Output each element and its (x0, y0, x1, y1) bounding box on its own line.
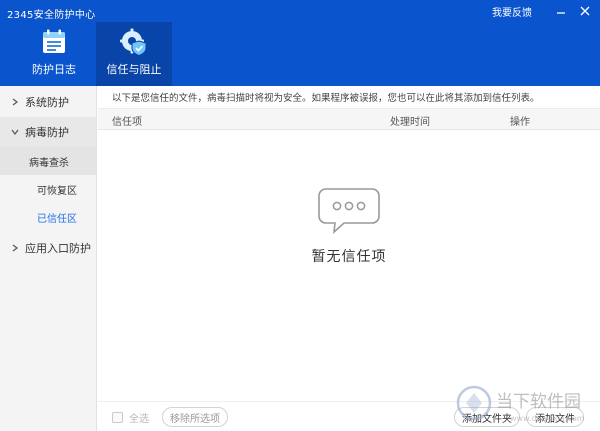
sidebar-item-label: 系统防护 (25, 96, 69, 109)
add-file-button[interactable]: 添加文件 (526, 407, 584, 427)
footer-bar: 全选 移除所选项 添加文件夹 添加文件 (98, 401, 600, 431)
sidebar: 系统防护 病毒防护 病毒查杀 可恢复区 已信任区 应用入口防护 (0, 86, 97, 431)
sidebar-item-system-protection[interactable]: 系统防护 (0, 87, 96, 117)
tab-label: 防护日志 (32, 63, 76, 76)
chat-bubble-icon (318, 188, 380, 235)
sidebar-subitem-virus-scan[interactable]: 病毒查杀 (0, 147, 96, 175)
empty-message: 暂无信任项 (311, 249, 387, 265)
info-text: 以下是您信任的文件，病毒扫描时将视为安全。如果程序被误报，您也可以在此将其添加到… (98, 86, 600, 109)
select-all-checkbox[interactable]: 全选 (112, 410, 149, 425)
empty-state: 暂无信任项 (98, 186, 600, 266)
tab-protection-log[interactable]: 防护日志 (7, 22, 101, 86)
remove-selected-button[interactable]: 移除所选项 (162, 407, 228, 427)
sidebar-subitem-recovery-zone[interactable]: 可恢复区 (0, 175, 96, 203)
chevron-right-icon (10, 243, 20, 253)
chevron-down-icon (10, 127, 20, 137)
tab-label: 信任与阻止 (106, 63, 162, 76)
add-folder-button[interactable]: 添加文件夹 (454, 407, 520, 427)
column-header-operation: 操作 (510, 117, 530, 128)
title-bar: 2345安全防护中心 我要反馈 防护日志 信任与阻止 (0, 0, 600, 86)
window-controls: 我要反馈 (492, 0, 600, 22)
close-button[interactable] (576, 2, 594, 20)
close-icon (580, 6, 590, 16)
column-header-time[interactable]: 处理时间 (390, 113, 430, 128)
sidebar-subitem-label: 可恢复区 (37, 185, 77, 197)
select-all-label: 全选 (129, 414, 149, 425)
table-header: 信任项 处理时间 操作 (98, 109, 600, 130)
sidebar-subitem-label: 已信任区 (37, 213, 77, 225)
checkbox-box (112, 412, 123, 423)
minimize-icon (557, 12, 565, 14)
log-icon (43, 29, 65, 53)
column-header-trust-item[interactable]: 信任项 (112, 113, 142, 128)
sidebar-subitem-label: 病毒查杀 (29, 157, 69, 169)
trust-shield-gear-icon (120, 28, 147, 56)
app-title: 2345安全防护中心 (7, 10, 96, 21)
sidebar-subitem-trusted-zone[interactable]: 已信任区 (0, 203, 96, 231)
main-panel: 以下是您信任的文件，病毒扫描时将视为安全。如果程序被误报，您也可以在此将其添加到… (98, 86, 600, 431)
sidebar-item-virus-protection[interactable]: 病毒防护 (0, 117, 96, 147)
feedback-link[interactable]: 我要反馈 (492, 4, 532, 19)
sidebar-item-label: 应用入口防护 (25, 242, 91, 255)
chevron-right-icon (10, 97, 20, 107)
sidebar-item-app-entry-protection[interactable]: 应用入口防护 (0, 233, 96, 263)
minimize-button[interactable] (552, 2, 570, 20)
sidebar-item-label: 病毒防护 (25, 126, 69, 139)
tab-trust-and-block[interactable]: 信任与阻止 (96, 22, 172, 86)
